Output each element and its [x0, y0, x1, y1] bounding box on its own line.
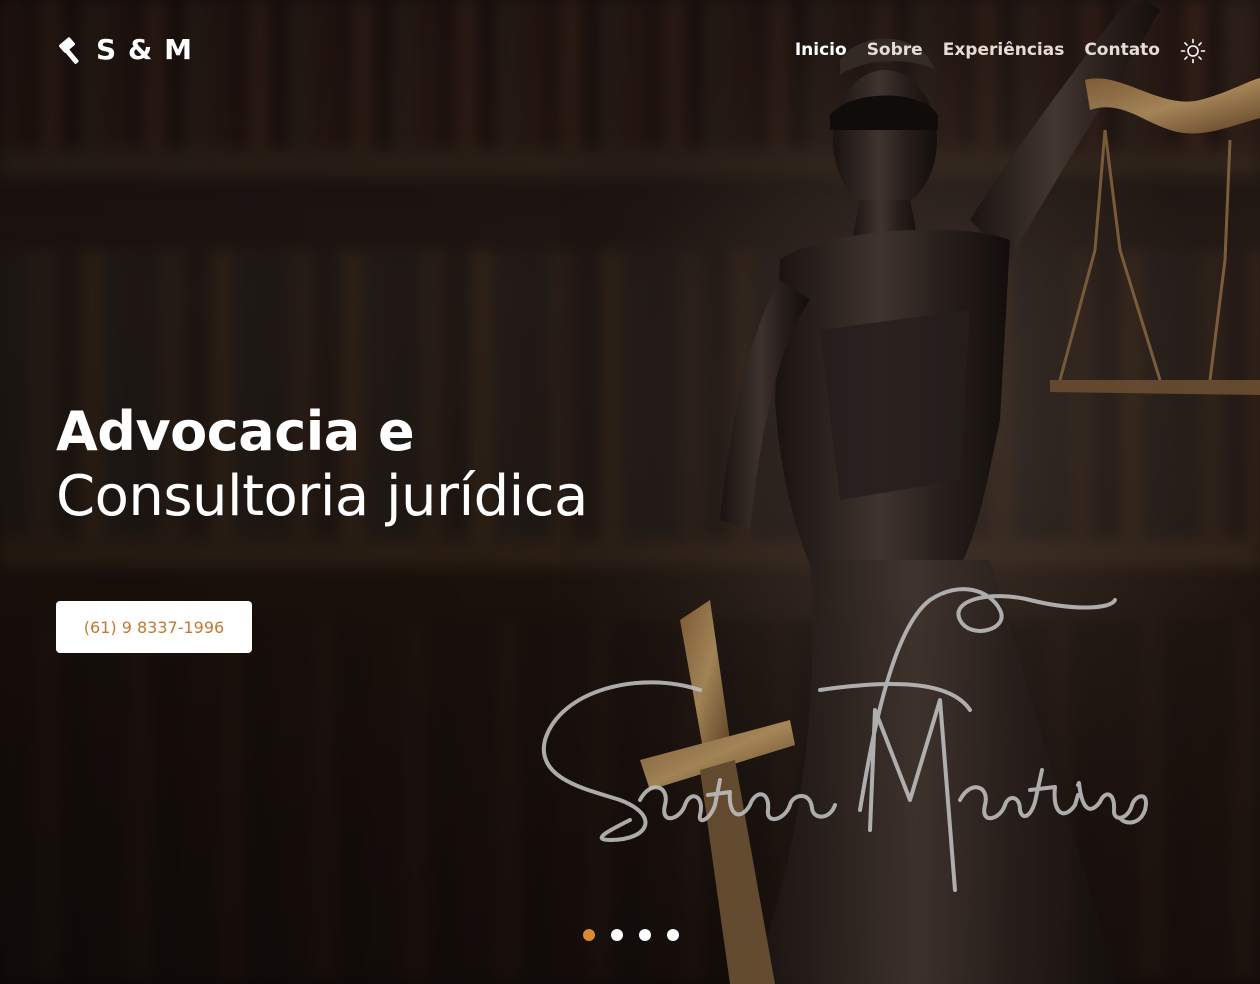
nav-link-sobre[interactable]: Sobre: [867, 40, 923, 60]
carousel-dot-3[interactable]: [639, 929, 651, 941]
carousel-pagination: [583, 929, 679, 941]
hero-subtitle: Consultoria jurídica: [56, 464, 588, 529]
phone-call-button[interactable]: (61) 9 8337-1996: [56, 601, 252, 653]
hero-section: S & M Inicio Sobre Experiências Contato: [0, 0, 1260, 984]
hero-title: Advocacia e: [56, 400, 415, 463]
gavel-icon: [59, 36, 79, 64]
brand-name: S & M: [96, 33, 193, 66]
main-nav: Inicio Sobre Experiências Contato: [795, 40, 1160, 60]
nav-link-experiencias[interactable]: Experiências: [943, 40, 1065, 60]
carousel-dot-2[interactable]: [611, 929, 623, 941]
nav-link-inicio[interactable]: Inicio: [795, 40, 847, 60]
brand-logo[interactable]: S & M: [56, 33, 193, 66]
top-navigation-bar: S & M Inicio Sobre Experiências Contato: [0, 0, 1260, 100]
nav-link-contato[interactable]: Contato: [1084, 40, 1160, 60]
sun-icon[interactable]: [1180, 38, 1206, 64]
carousel-dot-1[interactable]: [583, 929, 595, 941]
santana-martins-signature-logo: [541, 587, 1148, 892]
carousel-dot-4[interactable]: [667, 929, 679, 941]
hero-headline: Advocacia e Consultoria jurídica: [56, 400, 588, 530]
